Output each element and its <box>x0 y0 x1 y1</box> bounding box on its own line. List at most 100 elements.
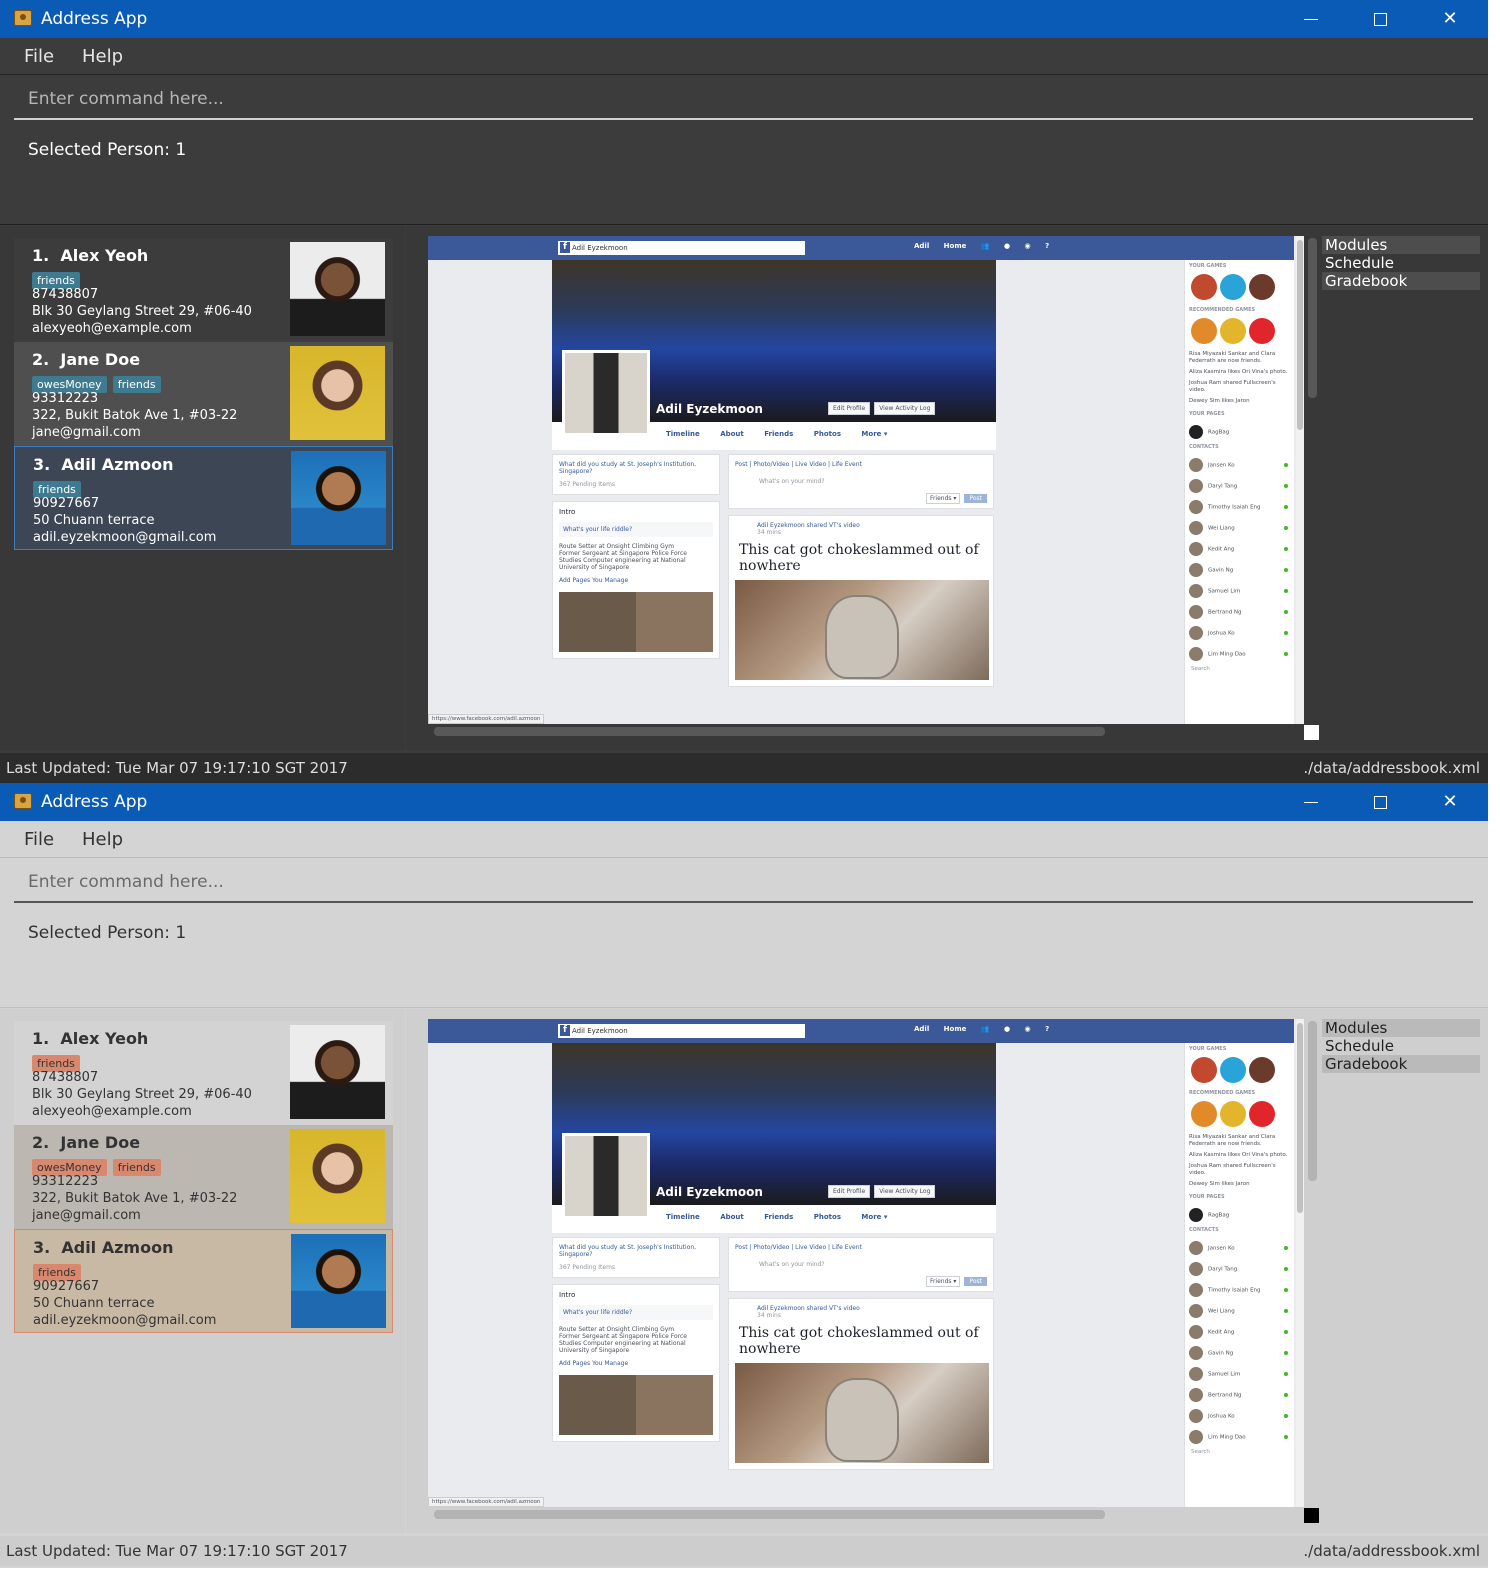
pending-items[interactable]: 367 Pending Items <box>559 481 713 488</box>
composer-input[interactable]: What's on your mind? <box>735 478 987 485</box>
game-icon[interactable] <box>1191 318 1217 344</box>
embedded-browser[interactable]: f Adil Eyzekmoon Adil Home 👥 ● ◉ ? Adil … <box>428 236 1304 724</box>
ticker-item[interactable]: Dewey Sim likes Jaron <box>1189 1181 1290 1188</box>
contact-item[interactable]: Joshua Ko <box>1185 621 1294 642</box>
person-card-selected[interactable]: 3. Adil Azmoon friends 90927667 50 Chuan… <box>14 1229 393 1333</box>
browser-vscroll-thumb[interactable] <box>1297 1023 1303 1213</box>
tab-more[interactable]: More ▾ <box>861 430 887 438</box>
side-item-modules[interactable]: Modules <box>1322 1019 1480 1037</box>
vertical-scrollbar[interactable] <box>1308 238 1317 398</box>
contact-item[interactable]: Wei Liang <box>1185 516 1294 537</box>
horizontal-scrollbar[interactable] <box>434 1510 1105 1519</box>
composer-tabs[interactable]: Post | Photo/Video | Live Video | Life E… <box>735 1244 987 1251</box>
riddle-prompt[interactable]: What's your life riddle? <box>559 522 713 537</box>
menu-help[interactable]: Help <box>82 46 123 67</box>
audience-button[interactable]: Friends ▾ <box>925 1276 961 1287</box>
tab-friends[interactable]: Friends <box>764 430 793 438</box>
person-card[interactable]: 2. Jane Doe owesMoney friends 93312223 32… <box>14 342 393 446</box>
vertical-scrollbar[interactable] <box>1308 1021 1317 1181</box>
notifications-icon[interactable]: ◉ <box>1025 1025 1031 1033</box>
help-icon[interactable]: ? <box>1045 1025 1049 1033</box>
contact-item[interactable]: Joshua Ko <box>1185 1404 1294 1425</box>
ticker-item[interactable]: Joshua Ram shared Fullscreen's video. <box>1189 380 1290 394</box>
tab-timeline[interactable]: Timeline <box>666 1213 700 1221</box>
ticker-item[interactable]: Risa Miyazaki Sankar and Clara Federrath… <box>1189 1134 1290 1148</box>
contact-item[interactable]: Samuel Lim <box>1185 1362 1294 1383</box>
side-item-gradebook[interactable]: Gradebook <box>1322 1055 1480 1073</box>
person-card[interactable]: 1. Alex Yeoh friends 87438807 Blk 30 Gey… <box>14 1021 393 1125</box>
composer-tabs[interactable]: Post | Photo/Video | Live Video | Life E… <box>735 461 987 468</box>
contact-item[interactable]: Lim Ming Dao <box>1185 642 1294 663</box>
tab-timeline[interactable]: Timeline <box>666 430 700 438</box>
page-item[interactable]: RagBag <box>1185 1203 1294 1224</box>
tab-photos[interactable]: Photos <box>814 1213 841 1221</box>
maximize-button[interactable] <box>1360 789 1400 815</box>
post-author[interactable]: Adil Eyzekmoon shared VT's video <box>735 1305 987 1312</box>
contact-item[interactable]: Timothy Isaiah Eng <box>1185 495 1294 516</box>
contact-item[interactable]: Gavin Ng <box>1185 558 1294 579</box>
ticker-item[interactable]: Risa Miyazaki Sankar and Clara Federrath… <box>1189 351 1290 365</box>
contact-item[interactable]: Bertrand Ng <box>1185 600 1294 621</box>
game-icon[interactable] <box>1191 1101 1217 1127</box>
close-button[interactable]: ✕ <box>1430 789 1470 815</box>
contact-item[interactable]: Gavin Ng <box>1185 1341 1294 1362</box>
side-item-modules[interactable]: Modules <box>1322 236 1480 254</box>
contact-item[interactable]: Kedit Ang <box>1185 537 1294 558</box>
nav-home[interactable]: Home <box>944 242 967 250</box>
study-prompt[interactable]: What did you study at St. Joseph's Insti… <box>559 1244 713 1258</box>
view-activity-button[interactable]: View Activity Log <box>874 1185 936 1198</box>
game-icon[interactable] <box>1220 318 1246 344</box>
game-icon[interactable] <box>1220 1057 1246 1083</box>
audience-button[interactable]: Friends ▾ <box>925 493 961 504</box>
post-video[interactable] <box>735 580 989 680</box>
ticker-item[interactable]: Joshua Ram shared Fullscreen's video. <box>1189 1163 1290 1177</box>
game-icon[interactable] <box>1249 1057 1275 1083</box>
edit-profile-button[interactable]: Edit Profile <box>828 1185 871 1198</box>
side-item-schedule[interactable]: Schedule <box>1322 254 1480 272</box>
study-prompt[interactable]: What did you study at St. Joseph's Insti… <box>559 461 713 475</box>
post-button[interactable]: Post <box>964 494 987 503</box>
close-button[interactable]: ✕ <box>1430 6 1470 32</box>
person-card[interactable]: 2. Jane Doe owesMoney friends 93312223 32… <box>14 1125 393 1229</box>
minimize-button[interactable] <box>1291 6 1331 32</box>
add-pages-link[interactable]: Add Pages You Manage <box>559 1360 713 1367</box>
ticker-item[interactable]: Dewey Sim likes Jaron <box>1189 398 1290 405</box>
tab-more[interactable]: More ▾ <box>861 1213 887 1221</box>
contact-item[interactable]: Daryl Tang <box>1185 1257 1294 1278</box>
notifications-icon[interactable]: ◉ <box>1025 242 1031 250</box>
chat-search[interactable]: Search <box>1185 663 1294 675</box>
contact-item[interactable]: Kedit Ang <box>1185 1320 1294 1341</box>
view-activity-button[interactable]: View Activity Log <box>874 402 936 415</box>
command-input[interactable] <box>14 80 1473 118</box>
pending-items[interactable]: 367 Pending Items <box>559 1264 713 1271</box>
profile-picture[interactable] <box>562 350 650 436</box>
browser-vscroll-thumb[interactable] <box>1297 240 1303 430</box>
game-icon[interactable] <box>1249 274 1275 300</box>
composer-input[interactable]: What's on your mind? <box>735 1261 987 1268</box>
ticker-item[interactable]: Aliza Kasmira likes Ori Vina's photo. <box>1189 1152 1290 1159</box>
contact-item[interactable]: Bertrand Ng <box>1185 1383 1294 1404</box>
embedded-browser[interactable]: f Adil Eyzekmoon Adil Home 👥 ● ◉ ? Adil … <box>428 1019 1304 1507</box>
facebook-search-input[interactable]: Adil Eyzekmoon <box>558 241 805 255</box>
contact-item[interactable]: Jansen Ko <box>1185 453 1294 474</box>
command-input[interactable] <box>14 863 1473 901</box>
post-video[interactable] <box>735 1363 989 1463</box>
post-title[interactable]: This cat got chokeslammed out of nowhere <box>735 1319 987 1363</box>
game-icon[interactable] <box>1249 1101 1275 1127</box>
post-button[interactable]: Post <box>964 1277 987 1286</box>
messages-icon[interactable]: ● <box>1004 242 1010 250</box>
person-card[interactable]: 1. Alex Yeoh friends 87438807 Blk 30 Gey… <box>14 238 393 342</box>
menu-file[interactable]: File <box>24 829 54 850</box>
post-title[interactable]: This cat got chokeslammed out of nowhere <box>735 536 987 580</box>
game-icon[interactable] <box>1220 274 1246 300</box>
menu-help[interactable]: Help <box>82 829 123 850</box>
side-item-schedule[interactable]: Schedule <box>1322 1037 1480 1055</box>
tab-photos[interactable]: Photos <box>814 430 841 438</box>
contact-item[interactable]: Wei Liang <box>1185 1299 1294 1320</box>
game-icon[interactable] <box>1191 1057 1217 1083</box>
horizontal-scrollbar[interactable] <box>434 727 1105 736</box>
contact-item[interactable]: Lim Ming Dao <box>1185 1425 1294 1446</box>
add-pages-link[interactable]: Add Pages You Manage <box>559 577 713 584</box>
post-author[interactable]: Adil Eyzekmoon shared VT's video <box>735 522 987 529</box>
nav-home[interactable]: Home <box>944 1025 967 1033</box>
